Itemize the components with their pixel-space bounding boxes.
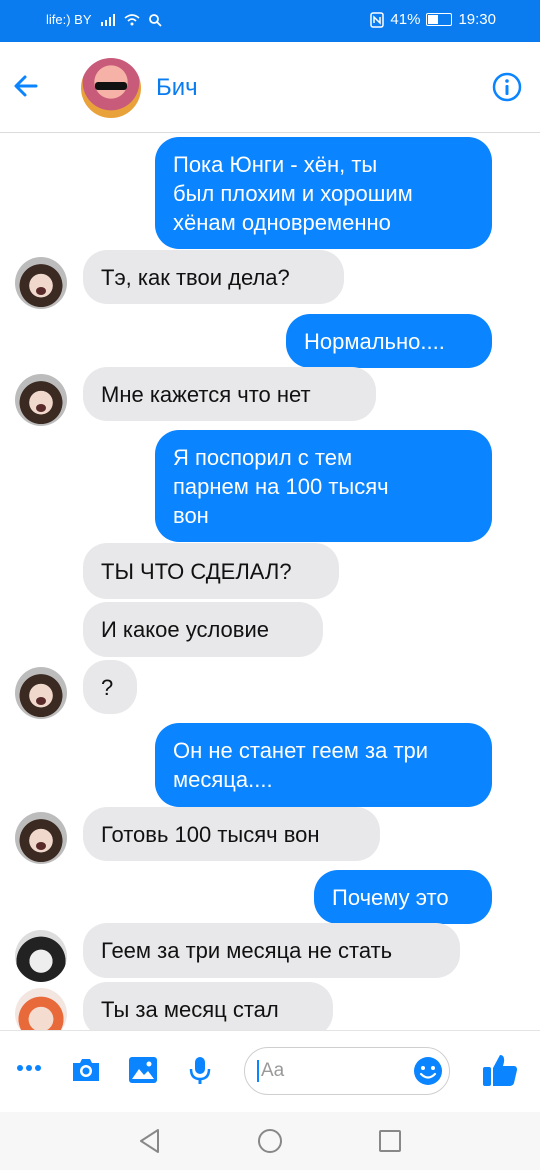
- signal-icon: [100, 13, 115, 26]
- back-arrow-icon[interactable]: [12, 72, 40, 100]
- message-outgoing[interactable]: Почему это: [314, 870, 492, 924]
- message-outgoing[interactable]: Нормально....: [286, 314, 492, 368]
- gallery-icon[interactable]: [128, 1056, 158, 1084]
- nav-back-icon[interactable]: [138, 1128, 162, 1154]
- message-incoming[interactable]: ТЫ ЧТО СДЕЛАЛ?: [83, 543, 339, 599]
- status-right: 41% 19:30: [370, 11, 496, 28]
- info-icon[interactable]: [492, 72, 522, 102]
- microphone-icon[interactable]: [188, 1056, 212, 1086]
- nav-recents-icon[interactable]: [378, 1129, 402, 1153]
- message-input-placeholder: Aa: [257, 1060, 284, 1082]
- battery-icon: [426, 13, 453, 26]
- message-incoming[interactable]: Готовь 100 тысяч вон: [83, 807, 380, 861]
- more-icon[interactable]: [16, 1063, 42, 1073]
- message-outgoing[interactable]: Пока Юнги - хён, ты был плохим и хорошим…: [155, 137, 492, 249]
- contact-name[interactable]: Бич: [156, 74, 198, 102]
- chat-header: Бич: [0, 42, 540, 133]
- message-incoming[interactable]: Мне кажется что нет: [83, 367, 376, 421]
- wifi-icon: [123, 13, 140, 25]
- contact-avatar[interactable]: [81, 58, 141, 118]
- sender-avatar[interactable]: [15, 988, 67, 1030]
- sender-avatar[interactable]: [15, 812, 67, 864]
- clock: 19:30: [458, 11, 496, 28]
- message-list[interactable]: Пока Юнги - хён, ты был плохим и хорошим…: [0, 133, 540, 1030]
- status-bar: life:) BY 41% 19:30: [0, 0, 540, 42]
- message-incoming[interactable]: И какое условие: [83, 602, 323, 657]
- carrier-label: life:) BY: [46, 12, 92, 27]
- message-incoming[interactable]: Тэ, как твои дела?: [83, 250, 344, 304]
- message-outgoing[interactable]: Он не станет геем за три месяца....: [155, 723, 492, 807]
- sender-avatar[interactable]: [15, 257, 67, 309]
- camera-icon[interactable]: [70, 1056, 102, 1084]
- emoji-icon[interactable]: [413, 1056, 443, 1086]
- message-incoming[interactable]: ?: [83, 660, 137, 714]
- message-incoming[interactable]: Ты за месяц стал: [83, 982, 333, 1030]
- sender-avatar[interactable]: [15, 667, 67, 719]
- nav-home-icon[interactable]: [257, 1128, 283, 1154]
- sender-avatar[interactable]: [15, 374, 67, 426]
- composer-bar: Aa: [0, 1030, 540, 1113]
- status-left: life:) BY: [46, 12, 162, 27]
- sender-avatar[interactable]: [15, 930, 67, 982]
- message-outgoing[interactable]: Я поспорил с тем парнем на 100 тысяч вон: [155, 430, 492, 542]
- like-icon[interactable]: [482, 1053, 518, 1087]
- nfc-icon: [370, 11, 385, 28]
- battery-percent: 41%: [390, 11, 421, 28]
- search-status-icon: [148, 13, 162, 27]
- message-input[interactable]: Aa: [244, 1047, 450, 1095]
- message-incoming[interactable]: Геем за три месяца не стать: [83, 923, 460, 978]
- system-nav-bar: [0, 1112, 540, 1170]
